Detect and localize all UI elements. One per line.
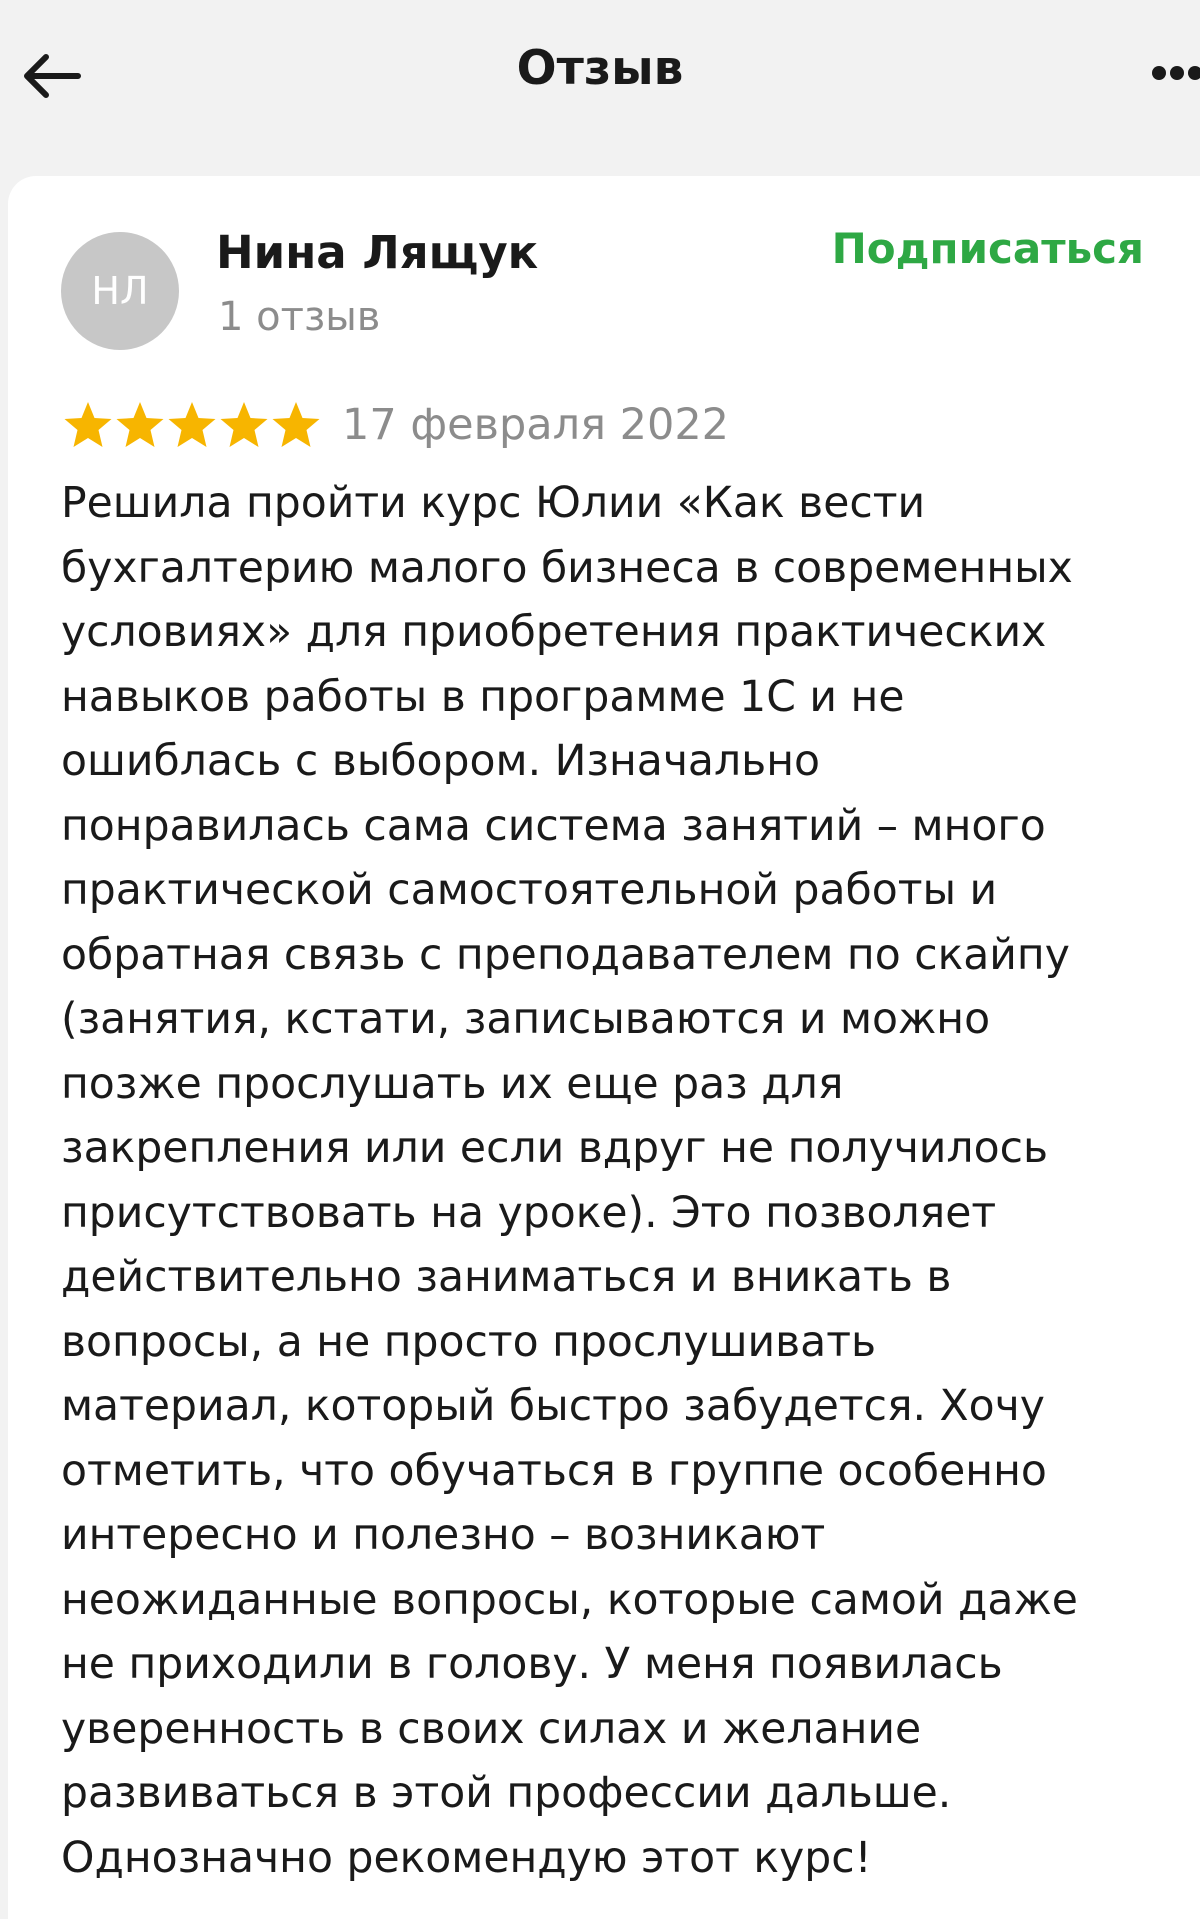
more-horizontal-icon [1152,66,1166,80]
more-horizontal-icon-dot [1188,66,1200,80]
more-options-button[interactable] [1146,56,1200,90]
star-icon [220,402,268,447]
star-icon [64,402,112,447]
star-icon [272,402,320,447]
top-bar: Отзыв [0,0,1200,160]
star-icon [116,402,164,447]
page-title: Отзыв [516,41,684,96]
star-icon [168,402,216,447]
avatar[interactable]: НЛ [61,232,179,350]
review-card: НЛ Нина Лящук 1 отзыв Подписаться 17 фев… [8,176,1200,1919]
review-text: Решила пройти курс Юлии «Как вести бухга… [61,479,1078,1883]
review-date: 17 февраля 2022 [342,400,730,450]
subscribe-button[interactable]: Подписаться [832,216,1144,282]
star-rating [62,400,322,450]
author-name[interactable]: Нина Лящук [216,220,538,286]
author-review-count: 1 отзыв [218,294,381,340]
more-horizontal-icon-dot [1170,66,1184,80]
